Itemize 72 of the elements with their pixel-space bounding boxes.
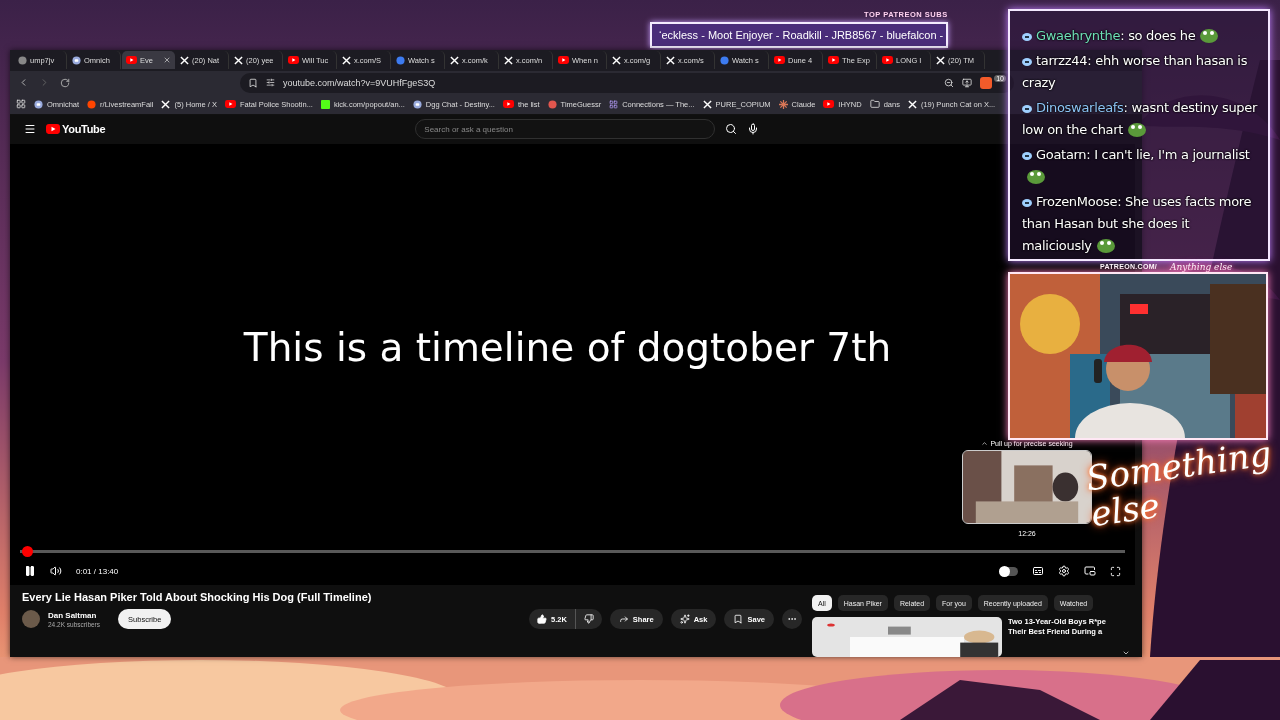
circle-icon — [720, 55, 729, 65]
x-logo-icon — [342, 55, 351, 65]
pause-icon[interactable] — [24, 565, 36, 577]
zoom-icon[interactable] — [944, 77, 955, 88]
youtube-logo-icon — [126, 56, 137, 65]
youtube-logo-icon — [225, 100, 236, 109]
more-button[interactable] — [782, 609, 802, 629]
folder-icon — [869, 99, 880, 110]
thumbs-up-icon — [537, 614, 547, 624]
sparkle-icon — [679, 614, 690, 624]
bookmark-icon — [733, 614, 744, 624]
settings-icon[interactable] — [1058, 565, 1070, 577]
thumbs-down-icon — [583, 614, 594, 624]
chat-bubble-icon — [1022, 33, 1032, 41]
reload-icon[interactable] — [60, 77, 70, 88]
youtube-logo-icon — [828, 56, 839, 65]
scroll-down-icon[interactable] — [1122, 649, 1130, 657]
search-field[interactable]: Search or ask a question — [415, 119, 716, 140]
youtube-logo-icon — [288, 56, 299, 65]
autoplay-toggle[interactable] — [1000, 566, 1018, 576]
mic-icon[interactable] — [747, 123, 760, 136]
captions-icon[interactable] — [1032, 565, 1044, 577]
chat-bubble-icon — [1022, 152, 1032, 160]
chat-bubble-icon — [412, 99, 422, 109]
x-logo-icon — [612, 55, 621, 65]
menu-icon[interactable] — [24, 123, 36, 136]
x-logo-icon — [666, 55, 675, 65]
close-icon[interactable] — [163, 56, 171, 65]
circle-icon — [87, 99, 97, 109]
video-title: Every Lie Hasan Piker Told About Shocking His Dog (Full Timeline) — [22, 591, 373, 603]
youtube-logo-icon — [46, 124, 60, 135]
chat-bubble-icon — [1022, 58, 1032, 66]
channel-avatar[interactable] — [22, 610, 40, 628]
youtube-logo[interactable]: YouTube — [46, 123, 106, 136]
youtube-logo-icon — [823, 100, 835, 109]
extension-icon[interactable] — [980, 76, 993, 89]
square-icon — [320, 99, 330, 109]
x-logo-icon — [702, 99, 712, 109]
chat-bubble-icon — [72, 55, 81, 65]
x-logo-icon — [450, 55, 459, 65]
youtube-logo-icon — [558, 56, 569, 65]
x-logo-icon — [907, 99, 917, 109]
x-logo-icon — [234, 55, 243, 65]
fullscreen-icon[interactable] — [1110, 565, 1121, 577]
youtube-logo-icon — [882, 56, 893, 65]
channel-name[interactable]: Dan Saltman — [48, 610, 101, 620]
starburst-icon — [778, 99, 788, 109]
x-logo-icon — [504, 55, 513, 65]
time-display: 0:01 / 13:40 — [76, 566, 119, 576]
circle-icon — [18, 55, 27, 65]
video-caption: This is a timeline of dogtober 7th — [243, 324, 892, 370]
x-logo-icon — [936, 55, 945, 65]
site-settings-icon[interactable] — [266, 78, 275, 88]
x-logo-icon — [180, 55, 189, 65]
apps-icon[interactable] — [16, 99, 26, 110]
supporters-banner: ‘eckless - Moot Enjoyer - Roadkill - JRB8567 - bluefalcon - — [650, 22, 948, 48]
chat-bubble-icon — [34, 99, 43, 109]
cast-icon[interactable] — [962, 77, 973, 88]
miniplayer-icon[interactable] — [1084, 565, 1096, 577]
circle-icon — [396, 55, 405, 65]
youtube-logo-icon — [774, 56, 785, 65]
search-icon[interactable] — [725, 123, 738, 136]
chat-bubble-icon — [1022, 105, 1032, 113]
x-logo-icon — [161, 99, 171, 109]
youtube-logo-icon — [502, 100, 514, 109]
grid-icon — [609, 99, 619, 109]
bookmark-icon[interactable] — [248, 77, 258, 88]
share-arrow-icon — [618, 614, 629, 624]
chat-bubble-icon — [1022, 199, 1032, 207]
chevron-up-icon — [981, 440, 989, 448]
scrubber-handle[interactable] — [22, 546, 34, 557]
volume-icon[interactable] — [50, 565, 62, 577]
